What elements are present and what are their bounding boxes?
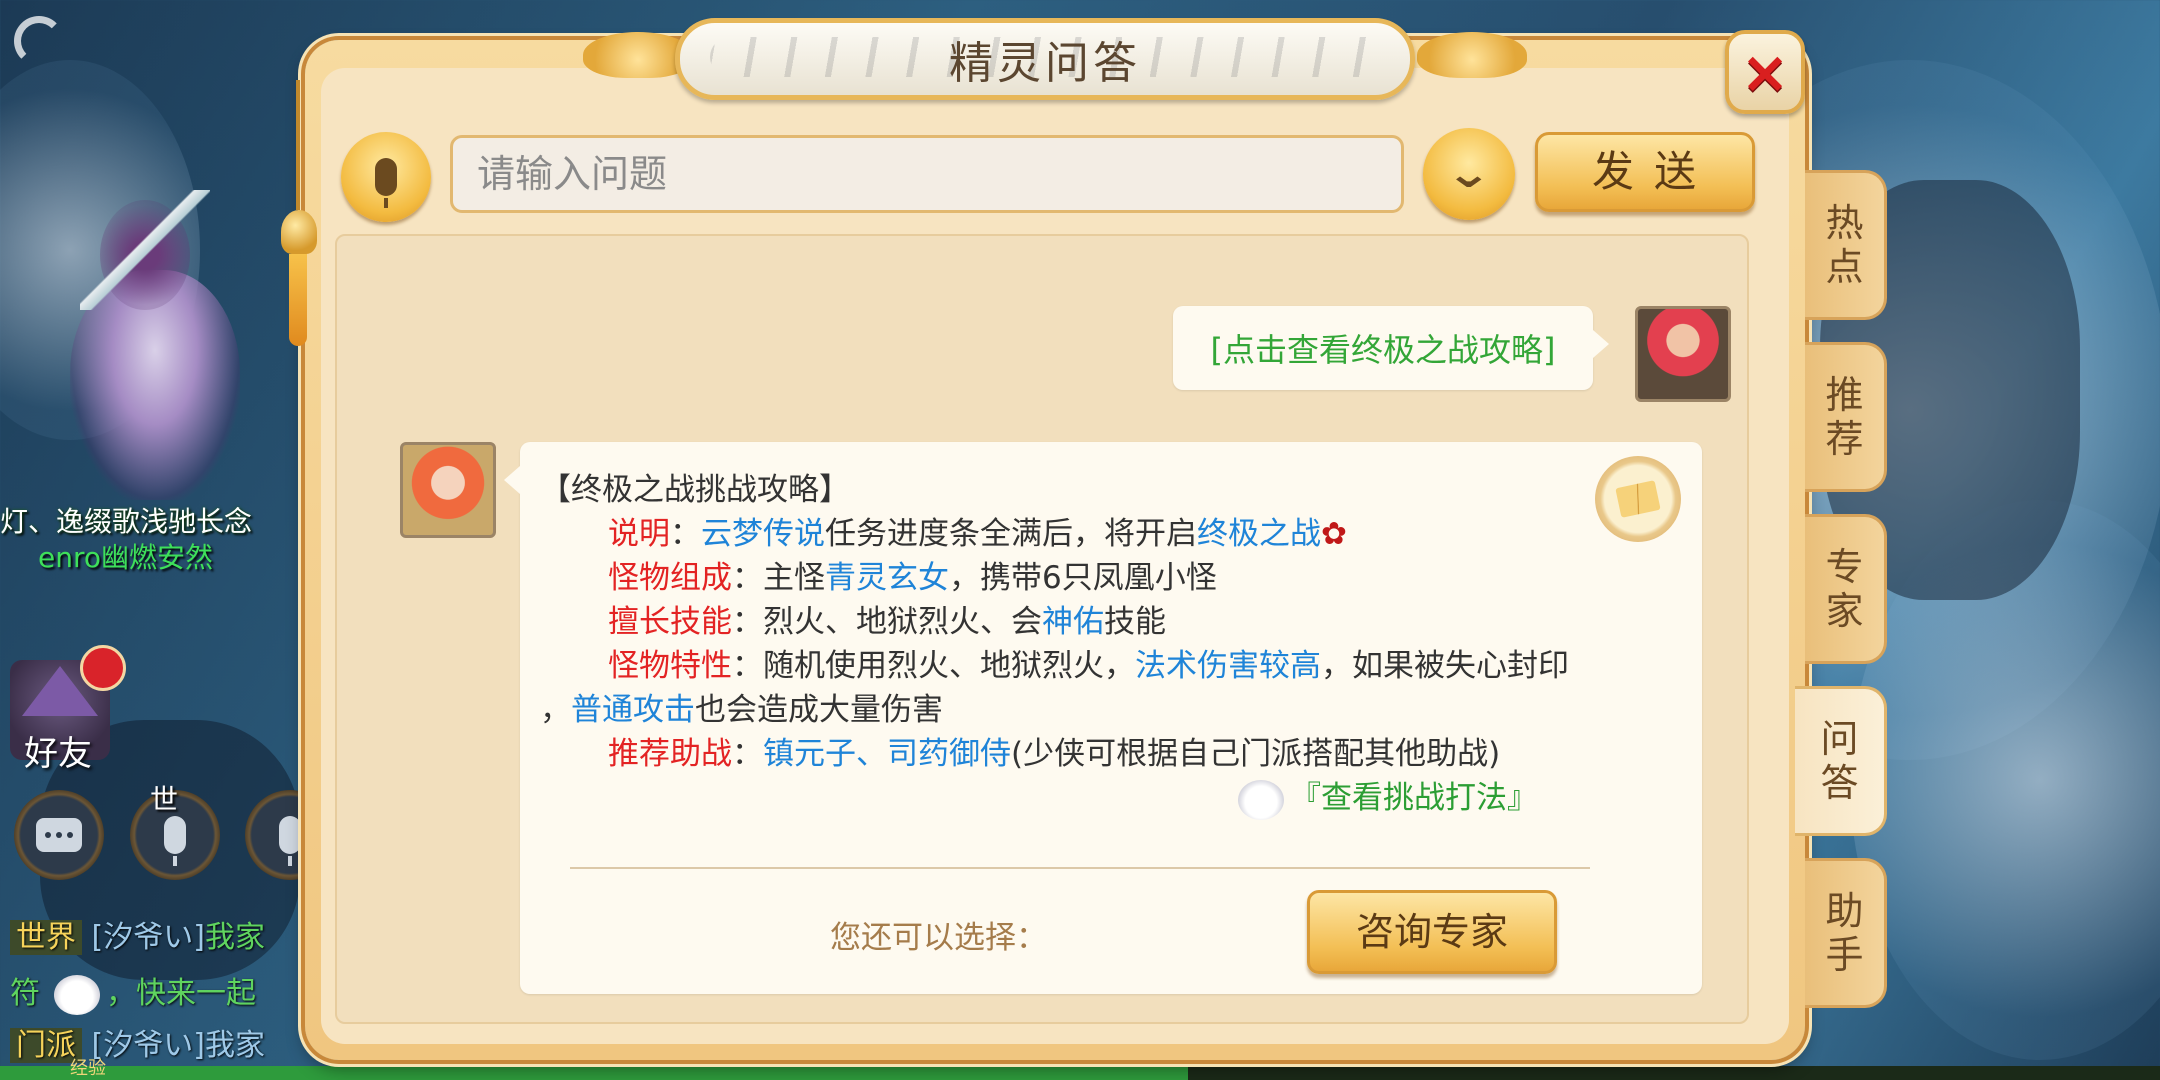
answer-link[interactable]: 法术伤害较高 bbox=[1135, 648, 1321, 684]
close-button[interactable]: × bbox=[1725, 30, 1805, 114]
divider bbox=[570, 867, 1590, 869]
answer-link[interactable]: 镇元子、司药御侍 bbox=[763, 736, 1011, 772]
assistant-avatar bbox=[400, 442, 496, 538]
dialog-title: 精灵问答 bbox=[949, 38, 1141, 89]
book-icon[interactable] bbox=[1595, 456, 1681, 542]
tab-qa[interactable]: 问答 bbox=[1795, 686, 1887, 836]
rose-icon: ✿ bbox=[1321, 516, 1347, 552]
tab-assistant[interactable]: 助手 bbox=[1805, 858, 1887, 1008]
tassel-ornament-icon bbox=[279, 80, 319, 350]
loading-spinner-icon bbox=[14, 16, 64, 66]
choose-label: 您还可以选择： bbox=[830, 920, 1047, 956]
history-dropdown-button[interactable]: ⌄ bbox=[1423, 128, 1515, 220]
world-voice-tag: 世 bbox=[150, 783, 179, 816]
player-name: enro幽燃安然 bbox=[38, 541, 214, 574]
microphone-icon bbox=[164, 816, 186, 866]
tab-expert[interactable]: 专家 bbox=[1805, 514, 1887, 664]
tab-hot[interactable]: 热点 bbox=[1805, 170, 1887, 320]
answer-row: 说明：云梦传说任务进度条全满后，将开启终极之战✿ bbox=[608, 516, 1347, 552]
experience-bar bbox=[0, 1066, 2160, 1080]
chat-bubble-icon bbox=[36, 818, 82, 852]
answer-row: 推荐助战：镇元子、司药御侍(少侠可根据自己门派搭配其他助战) bbox=[608, 736, 1501, 772]
chat-text: ，快来一起 bbox=[106, 976, 256, 1011]
tab-recommend[interactable]: 推荐 bbox=[1805, 342, 1887, 492]
voice-input-button[interactable] bbox=[341, 132, 431, 222]
channel-tag: 世界 bbox=[10, 920, 82, 955]
user-message-bubble[interactable]: [点击查看终极之战攻略] bbox=[1173, 306, 1609, 390]
answer-link[interactable]: 普通攻击 bbox=[571, 692, 695, 728]
spirit-qa-dialog: 精灵问答 × ⌄ 发送 [点击查看终极之战攻略] 【终极之战挑战攻略】 说明：云… bbox=[281, 18, 1887, 1060]
chat-text: 我家 bbox=[204, 1028, 265, 1063]
cat-icon bbox=[1238, 779, 1284, 820]
close-icon: × bbox=[1740, 38, 1790, 106]
chat-text: 我家 bbox=[204, 920, 265, 955]
friend-label: 好友 bbox=[24, 734, 92, 774]
chat-speaker: 符 bbox=[10, 976, 40, 1011]
player-name-title: 灯、逸缀歌浅驰长念 bbox=[0, 505, 253, 538]
answer-row: 怪物组成：主怪青灵玄女，携带6只凤凰小怪 bbox=[608, 560, 1217, 596]
send-button[interactable]: 发送 bbox=[1535, 132, 1755, 212]
answer-row: 怪物特性：随机使用烈火、地狱烈火，法术伤害较高，如果被失心封印 bbox=[608, 648, 1569, 684]
chat-speaker: [汐爷い] bbox=[91, 1028, 205, 1063]
scroll-ornament-icon bbox=[1417, 32, 1527, 78]
notification-badge bbox=[80, 645, 126, 691]
answer-card: 【终极之战挑战攻略】 说明：云梦传说任务进度条全满后，将开启终极之战✿ 怪物组成… bbox=[504, 442, 1702, 994]
chat-line[interactable]: 世界 [汐爷い]我家 bbox=[10, 912, 265, 956]
answer-link[interactable]: 终极之战 bbox=[1197, 516, 1321, 552]
answer-row: ，普通攻击也会造成大量伤害 bbox=[540, 692, 943, 728]
answer-row: 擅长技能：烈火、地狱烈火、会神佑技能 bbox=[608, 604, 1166, 640]
title-plate: 精灵问答 bbox=[675, 18, 1415, 100]
emoji-icon bbox=[54, 974, 100, 1015]
chat-speaker: [汐爷い] bbox=[91, 920, 205, 955]
chevron-down-icon: ⌄ bbox=[1445, 151, 1493, 197]
answer-link[interactable]: 神佑 bbox=[1042, 604, 1104, 640]
microphone-icon bbox=[375, 158, 397, 208]
experience-label: 经验 bbox=[70, 1058, 106, 1079]
answer-link[interactable]: 云梦传说 bbox=[701, 516, 825, 552]
answer-link[interactable]: 青灵玄女 bbox=[825, 560, 949, 596]
user-avatar bbox=[1635, 306, 1731, 402]
chat-button[interactable] bbox=[14, 790, 104, 880]
chat-line[interactable]: 门派 [汐爷い]我家 bbox=[10, 1020, 265, 1064]
consult-expert-button[interactable]: 咨询专家 bbox=[1307, 890, 1557, 974]
chat-line[interactable]: 符 ，快来一起 bbox=[10, 968, 256, 1015]
experience-fill bbox=[0, 1066, 1188, 1080]
view-strategy-link[interactable]: 『查看挑战打法』 bbox=[1238, 776, 1538, 820]
microphone-icon bbox=[279, 816, 301, 866]
question-input[interactable] bbox=[450, 135, 1404, 213]
answer-heading: 【终极之战挑战攻略】 bbox=[540, 472, 850, 508]
character-weapon bbox=[80, 190, 210, 310]
